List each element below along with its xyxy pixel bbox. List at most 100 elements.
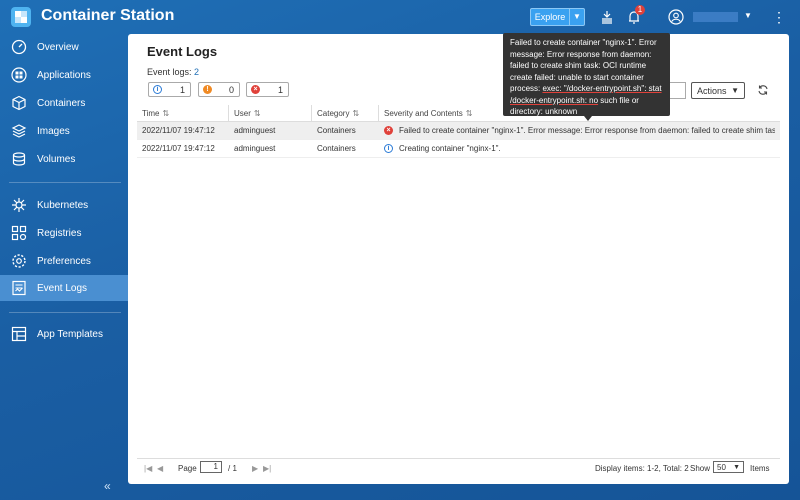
sort-icon[interactable]: ⇅: [162, 109, 169, 118]
container-station-logo: [11, 7, 31, 27]
column-category[interactable]: Category ⇅: [312, 105, 379, 121]
column-user[interactable]: User ⇅: [229, 105, 312, 121]
table-row[interactable]: 2022/11/07 19:47:12 adminguest Container…: [137, 122, 780, 140]
sidebar-item-label: Preferences: [37, 255, 91, 267]
sidebar-item-label: Containers: [37, 97, 86, 109]
filter-error-count: 1: [277, 84, 283, 95]
sidebar-item-volumes[interactable]: Volumes: [0, 146, 128, 172]
cell-user: adminguest: [234, 144, 276, 153]
sidebar-divider: [9, 312, 121, 313]
explore-label[interactable]: Explore: [531, 9, 570, 25]
chevron-down-icon: ▼: [731, 86, 739, 95]
cell-severity-content: × Failed to create container "nginx-1". …: [379, 122, 775, 139]
grid-icon: [9, 65, 29, 85]
filter-info-button[interactable]: i 1: [148, 82, 191, 97]
user-avatar-icon[interactable]: [668, 9, 684, 25]
column-user-label: User: [234, 108, 251, 118]
event-logs-count: Event logs: 2: [147, 67, 199, 77]
cell-category: Containers: [317, 126, 356, 135]
user-menu-caret-icon[interactable]: ▼: [744, 11, 752, 20]
chevron-down-icon: ▼: [733, 463, 740, 471]
sidebar-item-label: Overview: [37, 41, 79, 53]
event-log-table: Time ⇅ User ⇅ Category ⇅ Severity and Co…: [137, 105, 780, 158]
actions-button[interactable]: Actions ▼: [691, 82, 745, 99]
column-category-label: Category: [317, 108, 350, 118]
more-vert-icon[interactable]: ⋮: [772, 9, 786, 25]
column-severity-label: Severity and Contents: [384, 108, 463, 118]
sidebar-item-app-templates[interactable]: App Templates: [0, 321, 128, 347]
cell-time: 2022/11/07 19:47:12: [142, 126, 215, 135]
database-icon: [9, 149, 29, 169]
filter-error-button[interactable]: × 1: [246, 82, 289, 97]
layers-icon: [9, 121, 29, 141]
sort-icon[interactable]: ⇅: [466, 109, 473, 118]
collapse-sidebar-icon[interactable]: «: [104, 479, 111, 493]
sidebar-item-kubernetes[interactable]: Kubernetes: [0, 192, 128, 218]
last-page-icon[interactable]: ▶|: [263, 464, 271, 473]
sidebar-item-applications[interactable]: Applications: [0, 62, 128, 88]
sidebar-divider: [9, 182, 121, 183]
explore-button[interactable]: Explore ▼: [530, 8, 585, 26]
tooltip-arrow: [584, 116, 592, 121]
page-size-select[interactable]: 50 ▼: [713, 461, 744, 473]
event-logs-panel: Event Logs Event logs: 2 i 1 ! 0 × 1 Act…: [128, 34, 789, 484]
filter-info-count: 1: [179, 84, 185, 95]
page-total: / 1: [228, 464, 237, 473]
sidebar-item-images[interactable]: Images: [0, 118, 128, 144]
sidebar-item-label: Registries: [37, 227, 82, 239]
sort-icon[interactable]: ⇅: [352, 109, 359, 118]
cube-icon: [9, 93, 29, 113]
table-row[interactable]: 2022/11/07 19:47:12 adminguest Container…: [137, 140, 780, 158]
first-page-icon[interactable]: |◀: [144, 464, 152, 473]
helm-icon: [9, 195, 29, 215]
sidebar-item-preferences[interactable]: Preferences: [0, 248, 128, 274]
page-size-value: 50: [717, 462, 726, 472]
gauge-icon: [9, 37, 29, 57]
top-bar: Container Station Explore ▼ 1 ▼ ⋮: [0, 0, 800, 34]
page-label: Page: [178, 464, 197, 473]
error-icon: ×: [384, 126, 393, 135]
cell-content: Creating container "nginx-1".: [399, 144, 501, 153]
app-title: Container Station: [41, 7, 175, 24]
sidebar-item-label: Images: [37, 125, 70, 137]
items-label: Items: [750, 464, 770, 473]
page-number-input[interactable]: 1: [200, 461, 222, 473]
sidebar-item-registries[interactable]: Registries: [0, 220, 128, 246]
refresh-icon[interactable]: [757, 84, 769, 96]
sidebar-item-containers[interactable]: Containers: [0, 90, 128, 116]
actions-label: Actions: [697, 85, 727, 96]
log-icon: [9, 278, 29, 298]
display-items-summary: Display items: 1-2, Total: 2: [595, 464, 689, 473]
event-logs-count-label: Event logs:: [147, 67, 192, 77]
sidebar-item-overview[interactable]: Overview: [0, 34, 128, 60]
notification-badge: 1: [635, 5, 645, 15]
event-logs-count-value: 2: [194, 67, 200, 77]
template-icon: [9, 324, 29, 344]
sort-icon[interactable]: ⇅: [254, 109, 261, 118]
sidebar-item-label: Volumes: [37, 153, 76, 165]
sidebar-item-event-logs[interactable]: Event Logs: [0, 275, 128, 301]
column-time-label: Time: [142, 108, 160, 118]
error-message-tooltip: Failed to create container "nginx-1". Er…: [503, 33, 670, 116]
show-label: Show: [690, 464, 711, 473]
page-title: Event Logs: [147, 44, 218, 59]
stack-icon[interactable]: [599, 9, 615, 25]
pagination-bar: |◀ ◀ Page 1 / 1 ▶ ▶| Display items: 1-2,…: [137, 458, 780, 476]
info-icon: i: [384, 144, 393, 153]
cell-severity-content: i Creating container "nginx-1".: [379, 140, 775, 157]
prev-page-icon[interactable]: ◀: [157, 464, 163, 473]
registry-icon: [9, 223, 29, 243]
user-name-redacted[interactable]: [693, 12, 738, 22]
next-page-icon[interactable]: ▶: [252, 464, 258, 473]
sidebar-item-label: Kubernetes: [37, 199, 89, 211]
column-time[interactable]: Time ⇅: [137, 105, 229, 121]
sidebar-item-label: Event Logs: [37, 282, 88, 294]
error-icon: ×: [251, 85, 260, 94]
sidebar: Overview Applications Containers Images …: [0, 34, 128, 500]
table-header: Time ⇅ User ⇅ Category ⇅ Severity and Co…: [137, 105, 780, 122]
filter-warning-button[interactable]: ! 0: [198, 82, 240, 97]
search-input[interactable]: [668, 82, 686, 99]
gear-icon: [9, 251, 29, 271]
sidebar-item-label: Applications: [37, 69, 91, 81]
explore-dropdown-icon[interactable]: ▼: [570, 9, 584, 25]
